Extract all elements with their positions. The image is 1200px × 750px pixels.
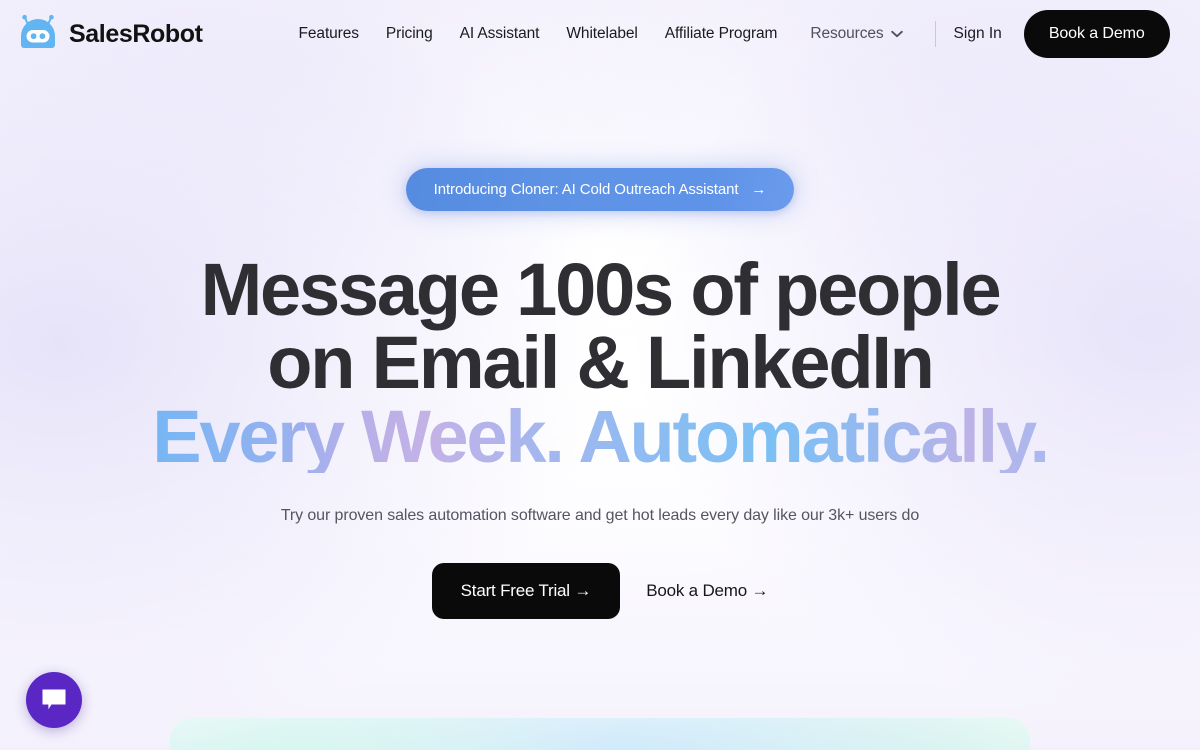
headline-line-3-gradient: Every Week. Automatically. bbox=[0, 399, 1200, 473]
start-free-trial-button[interactable]: Start Free Trial → bbox=[431, 562, 621, 619]
nav-item-resources-label: Resources bbox=[810, 25, 884, 42]
arrow-right-icon: → bbox=[751, 181, 767, 198]
nav-item-features[interactable]: Features bbox=[299, 25, 359, 43]
headline-line-1: Message 100s of people bbox=[200, 248, 1002, 331]
nav-item-affiliate-program[interactable]: Affiliate Program bbox=[665, 25, 778, 43]
hero-subtitle: Try our proven sales automation software… bbox=[280, 506, 920, 524]
nav-item-ai-assistant[interactable]: AI Assistant bbox=[460, 25, 540, 43]
site-header: SalesRobot Features Pricing AI Assistant… bbox=[0, 0, 1200, 68]
header-divider bbox=[934, 21, 936, 47]
sign-in-link[interactable]: Sign In bbox=[954, 25, 1002, 43]
brand-logo-link[interactable]: SalesRobot bbox=[16, 14, 203, 54]
book-demo-hero-button[interactable]: Book a Demo → bbox=[646, 581, 768, 601]
primary-nav: Features Pricing AI Assistant Whitelabel… bbox=[299, 25, 903, 43]
hero-section: Introducing Cloner: AI Cold Outreach Ass… bbox=[0, 68, 1200, 619]
hero-cta-row: Start Free Trial → Book a Demo → bbox=[0, 562, 1200, 619]
nav-item-whitelabel[interactable]: Whitelabel bbox=[566, 25, 637, 43]
announcement-pill-button[interactable]: Introducing Cloner: AI Cold Outreach Ass… bbox=[405, 168, 795, 211]
chat-bubble-icon bbox=[42, 689, 66, 710]
nav-item-pricing[interactable]: Pricing bbox=[386, 25, 433, 43]
preview-card-peek bbox=[170, 718, 1030, 750]
brand-name: SalesRobot bbox=[69, 19, 203, 48]
book-demo-header-button[interactable]: Book a Demo bbox=[1023, 10, 1170, 58]
headline-line-2: on Email & LinkedIn bbox=[267, 321, 935, 405]
hero-headline: Message 100s of people on Email & Linked… bbox=[0, 248, 1200, 473]
page-root: SalesRobot Features Pricing AI Assistant… bbox=[0, 0, 1200, 619]
robot-head-icon bbox=[21, 14, 55, 48]
nav-item-resources[interactable]: Resources bbox=[810, 25, 903, 43]
chat-widget-button[interactable] bbox=[26, 672, 82, 728]
chevron-down-icon bbox=[890, 30, 903, 38]
announcement-pill-label: Introducing Cloner: AI Cold Outreach Ass… bbox=[433, 181, 739, 198]
